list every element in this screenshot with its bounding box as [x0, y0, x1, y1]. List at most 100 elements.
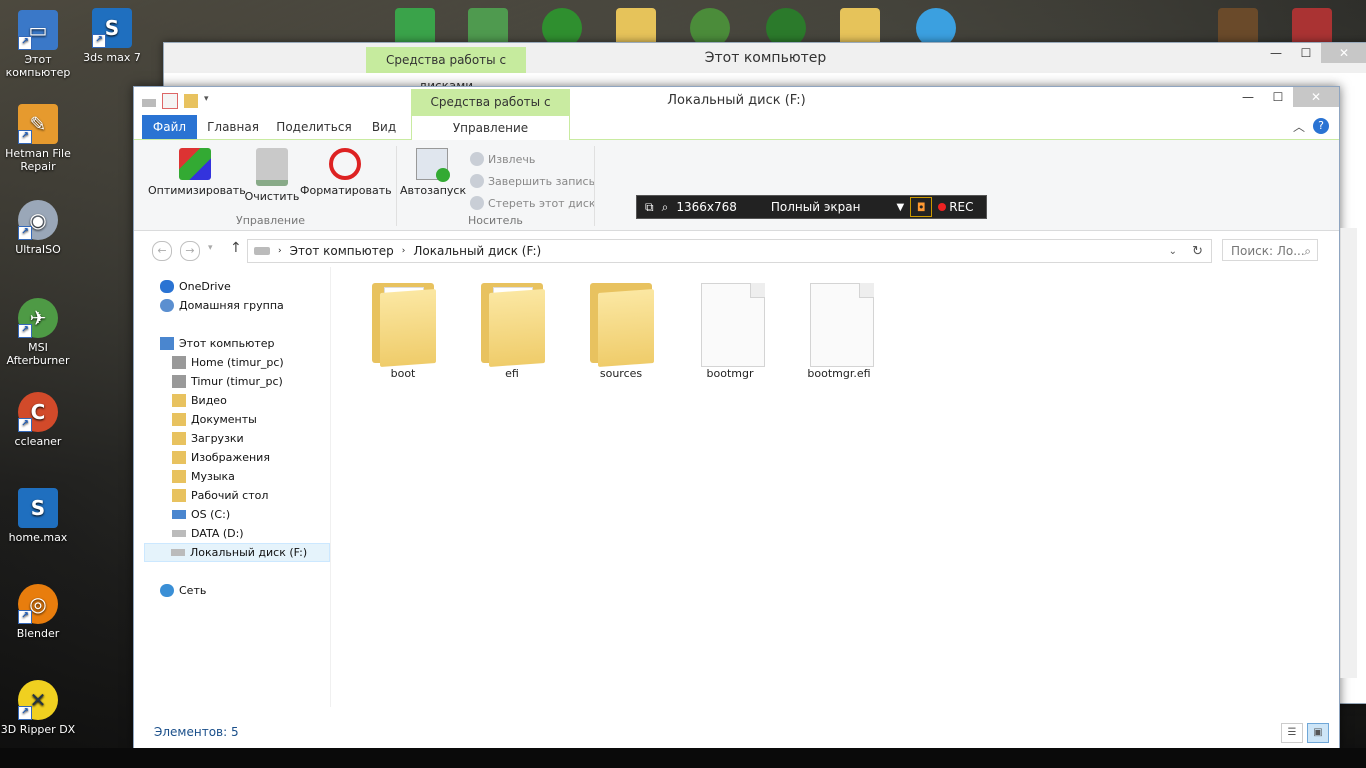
network-icon: [160, 584, 174, 597]
group-label-manage: Управление: [236, 214, 306, 227]
minimize-button[interactable]: —: [1233, 87, 1263, 107]
desktop-icon-ccleaner[interactable]: C ↗ ccleaner: [0, 392, 76, 448]
record-button[interactable]: REC: [938, 200, 974, 214]
maximize-button[interactable]: ☐: [1291, 43, 1321, 63]
large-icons-view-icon[interactable]: ▣: [1307, 723, 1329, 743]
desktop-icon-home-max[interactable]: S home.max: [0, 488, 76, 544]
nav-this-pc[interactable]: Этот компьютер: [160, 334, 275, 353]
chevron-right-icon[interactable]: ›: [402, 246, 406, 256]
file-bootmgr[interactable]: bootmgr: [685, 277, 775, 380]
nav-home-timur-pc[interactable]: Home (timur_pc): [172, 353, 284, 372]
chevron-right-icon[interactable]: ›: [278, 246, 282, 256]
optimize-button[interactable]: Оптимизировать: [148, 148, 246, 197]
nav-homegroup[interactable]: Домашняя группа: [160, 296, 284, 315]
file-icon: [804, 277, 874, 367]
desktop-icon-3dsmax[interactable]: S ↗ 3ds max 7: [74, 8, 150, 64]
tab-file[interactable]: Файл: [142, 115, 197, 139]
nav-data-d[interactable]: DATA (D:): [172, 524, 244, 543]
nav-music[interactable]: Музыка: [172, 467, 235, 486]
desktop-folder-icon: [172, 489, 186, 502]
cloud-icon: [160, 280, 174, 293]
chevron-down-icon[interactable]: ▼: [896, 202, 904, 213]
breadcrumb-local-disk[interactable]: Локальный диск (F:): [413, 244, 541, 258]
record-label: REC: [949, 200, 974, 214]
minimize-button[interactable]: —: [1261, 43, 1291, 63]
file-bootmgr-efi[interactable]: bootmgr.efi: [794, 277, 884, 380]
documents-folder-icon: [172, 413, 186, 426]
desktop-icon-3dripper[interactable]: ✕ ↗ 3D Ripper DX: [0, 680, 76, 736]
close-button[interactable]: ✕: [1293, 87, 1339, 107]
folder-efi[interactable]: efi: [467, 277, 557, 380]
desktop-icon-ultraiso[interactable]: ◉ ↗ UltraISO: [0, 200, 76, 256]
address-bar[interactable]: › Этот компьютер › Локальный диск (F:) ⌄…: [247, 239, 1212, 263]
nav-downloads[interactable]: Загрузки: [172, 429, 244, 448]
desktop-icon-hetman[interactable]: ✎ ↗ Hetman File Repair: [0, 104, 76, 173]
nav-desktop[interactable]: Рабочий стол: [172, 486, 268, 505]
autoplay-label: Автозапуск: [400, 184, 467, 197]
help-icon[interactable]: ?: [1313, 118, 1329, 134]
search-input[interactable]: Поиск: Ло... ⌕: [1222, 239, 1318, 261]
details-view-icon[interactable]: ☰: [1281, 723, 1303, 743]
afterburner-icon: ✈ ↗: [18, 298, 58, 338]
screen-recorder-toolbar[interactable]: ⧉ ⌕ 1366x768 Полный экран ▼ ◘ REC: [636, 195, 987, 219]
nav-onedrive[interactable]: OneDrive: [160, 277, 231, 296]
desktop-icon-msi[interactable]: ✈ ↗ MSI Afterburner: [0, 298, 76, 367]
eject-button[interactable]: Извлечь: [470, 152, 535, 166]
desktop-icon-blender[interactable]: ◎ ↗ Blender: [0, 584, 76, 640]
record-dot-icon: [938, 203, 947, 211]
disc-icon: ◉ ↗: [18, 200, 58, 240]
close-button[interactable]: ✕: [1321, 43, 1366, 63]
nav-video[interactable]: Видео: [172, 391, 227, 410]
nav-network[interactable]: Сеть: [160, 581, 206, 600]
tab-share[interactable]: Поделиться: [274, 115, 354, 139]
cleanup-button[interactable]: Очистить: [244, 148, 300, 203]
cleanup-label: Очистить: [244, 190, 300, 203]
up-button[interactable]: ↑: [230, 240, 242, 256]
burn-icon: [470, 174, 484, 188]
ribbon: Оптимизировать Очистить Форматировать Уп…: [134, 140, 1339, 231]
refresh-icon[interactable]: ↻: [1192, 244, 1203, 259]
nav-local-disk-f[interactable]: Локальный диск (F:): [144, 543, 330, 562]
network-drive-icon: [172, 356, 186, 369]
desktop-icon-label: Blender: [16, 627, 60, 640]
finish-burn-button[interactable]: Завершить запись: [470, 174, 595, 188]
camera-icon[interactable]: ◘: [910, 197, 933, 217]
nav-documents[interactable]: Документы: [172, 410, 257, 429]
computer-icon: ▭ ↗: [18, 10, 58, 50]
back-button[interactable]: ←: [152, 241, 172, 261]
nav-label: Изображения: [191, 451, 270, 464]
address-history-icon[interactable]: ⌄: [1169, 246, 1177, 257]
maximize-button[interactable]: ☐: [1263, 87, 1293, 107]
autoplay-button[interactable]: Автозапуск: [400, 148, 467, 197]
tab-view[interactable]: Вид: [366, 115, 402, 139]
desktop-icon-this-pc[interactable]: ▭ ↗ Этот компьютер: [0, 10, 76, 79]
nav-timur-timur-pc[interactable]: Timur (timur_pc): [172, 372, 283, 391]
format-button[interactable]: Форматировать: [300, 148, 392, 197]
tab-home[interactable]: Главная: [202, 115, 264, 139]
format-icon: [329, 148, 361, 180]
folder-boot[interactable]: boot: [358, 277, 448, 380]
window-mode-icon[interactable]: ⧉: [645, 200, 654, 215]
tab-manage[interactable]: Управление: [411, 115, 570, 141]
format-label: Форматировать: [300, 184, 392, 197]
background-window-scrollbar[interactable]: [1340, 228, 1357, 678]
pictures-folder-icon: [172, 451, 186, 464]
recent-locations-icon[interactable]: ▾: [208, 243, 213, 253]
search-icon[interactable]: ⌕: [1304, 240, 1311, 262]
drive-icon: [171, 549, 185, 556]
magnifier-icon[interactable]: ⌕: [662, 200, 669, 215]
collapse-ribbon-icon[interactable]: ︿: [1293, 118, 1305, 135]
desktop-icon-label: MSI Afterburner: [6, 341, 70, 367]
explorer-window[interactable]: ▾ Средства работы с дисками Локальный ди…: [133, 86, 1340, 750]
forward-button[interactable]: →: [180, 241, 200, 261]
recorder-mode[interactable]: Полный экран: [771, 200, 861, 214]
homegroup-icon: [160, 299, 174, 312]
folder-sources[interactable]: sources: [576, 277, 666, 380]
nav-pictures[interactable]: Изображения: [172, 448, 270, 467]
desktop-bottom-edge: [0, 748, 1366, 768]
file-name: boot: [390, 367, 416, 380]
eject-icon: [470, 152, 484, 166]
breadcrumb-this-pc[interactable]: Этот компьютер: [290, 244, 394, 258]
nav-os-c[interactable]: OS (C:): [172, 505, 230, 524]
erase-disc-button[interactable]: Стереть этот диск: [470, 196, 596, 210]
